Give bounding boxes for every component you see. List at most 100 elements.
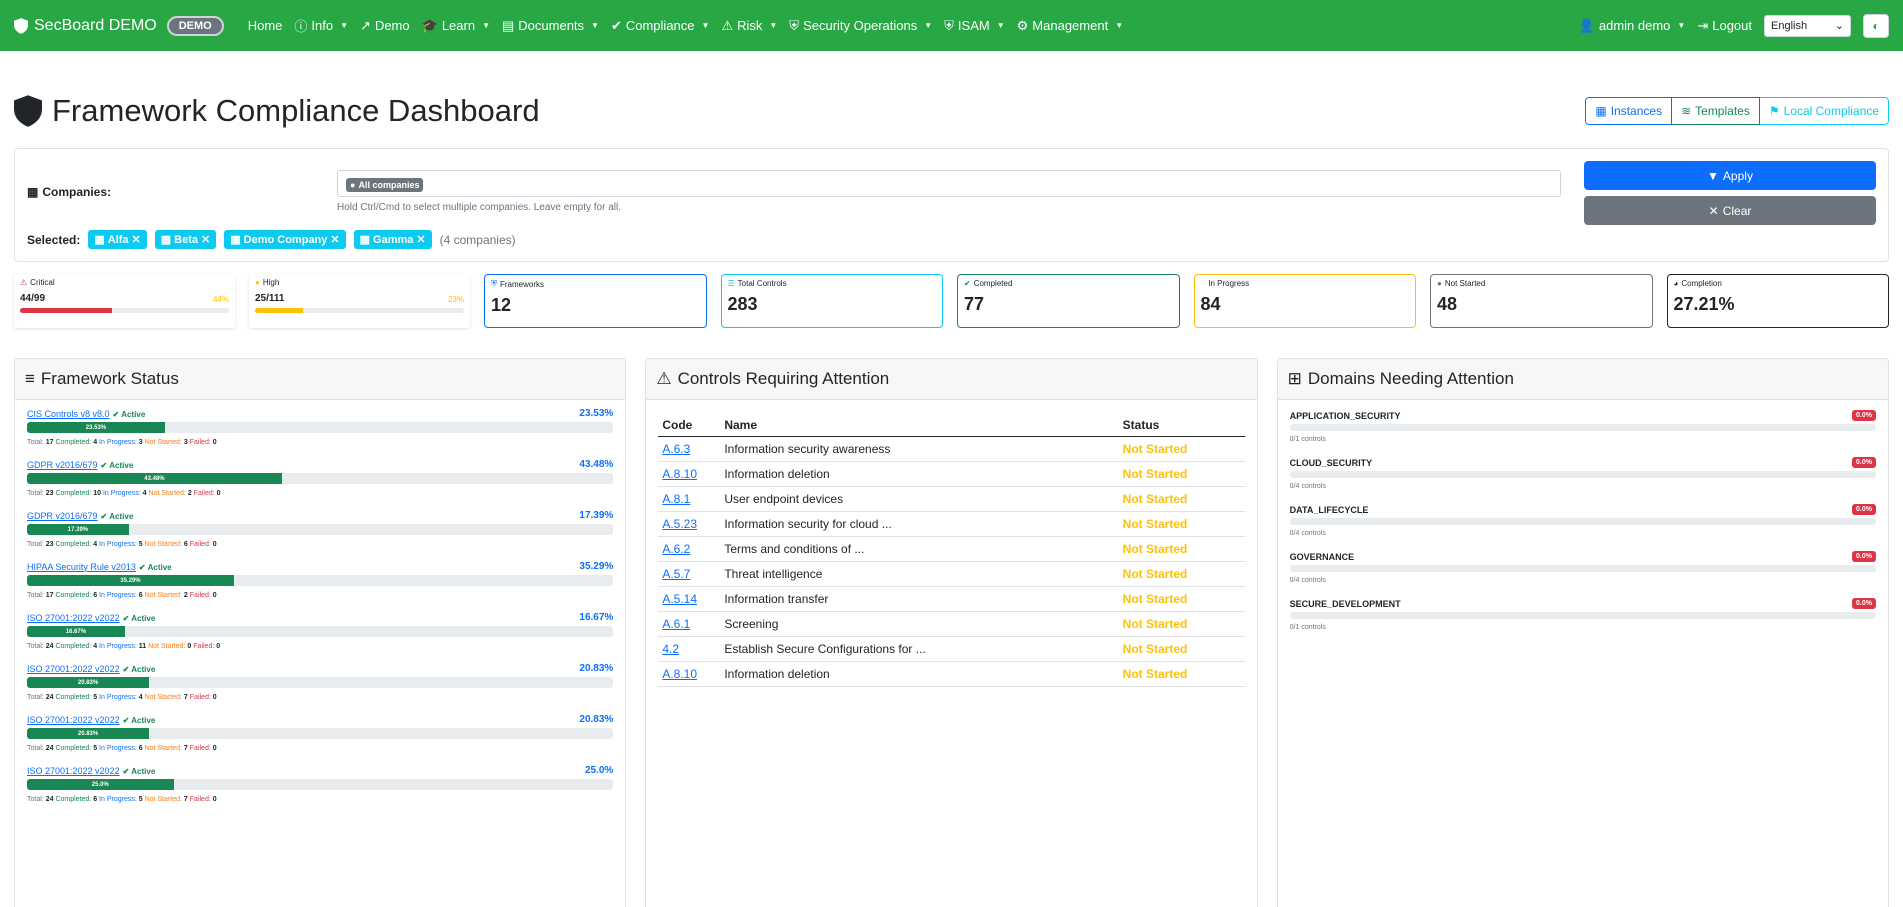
brand-name: SecBoard DEMO [34,16,157,34]
control-code-link[interactable]: A.6.3 [662,442,690,456]
clear-button[interactable]: ✕ Clear [1584,196,1876,225]
table-row[interactable]: A.8.10 Information deletion Not Started [658,461,1245,487]
stat-value: 6 [183,541,188,548]
nav-info[interactable]: ⓘ Info ▼ [294,16,348,35]
framework-link[interactable]: ISO 27001:2022 v2022 [27,613,120,623]
apply-button[interactable]: ▼ Apply [1584,161,1876,190]
apply-label: Apply [1722,168,1753,183]
file-icon: ▤ [501,17,515,33]
stat-value: 17 [45,439,54,446]
framework-pct: 17.39% [579,510,614,521]
framework-link[interactable]: GDPR v2016/679 [27,511,98,521]
language-select[interactable]: English ⌄ [1764,14,1851,37]
table-row[interactable]: A.6.2 Terms and conditions of ... Not Star… [658,536,1245,562]
framework-item-header: GDPR v2016/679 ✔ Active 17.39% [27,510,613,521]
user-name: admin demo [1598,18,1671,33]
warning-icon: ⚠ [721,17,734,33]
control-code-link[interactable]: A.6.1 [662,617,690,631]
control-code-cell: A.8.1 [658,486,721,512]
user-menu[interactable]: 👤 admin demo ▼ [1579,18,1686,34]
company-chip[interactable]: ▦ Demo Company ✕ [224,230,346,249]
nav-management[interactable]: ⚙ Management ▼ [1017,18,1123,34]
stat-label: Not Started: [144,694,182,701]
company-chip[interactable]: ▦ Beta ✕ [154,230,217,249]
nav-documents[interactable]: ▤ Documents ▼ [502,18,599,34]
nav-demo[interactable]: ↗ Demo [360,18,410,34]
table-row[interactable]: A.6.3 Information security awareness Not S… [658,436,1245,462]
control-code-link[interactable]: A.5.14 [662,592,697,606]
framework-link[interactable]: CIS Controls v8 v8.0 [27,409,110,419]
domain-name: CLOUD_SECURITY [1289,457,1373,468]
close-icon[interactable]: ✕ [330,233,339,246]
control-code-link[interactable]: 4.2 [662,642,679,656]
framework-link[interactable]: ISO 27001:2022 v2022 [27,664,120,674]
companies-select[interactable]: ● All companies [337,170,1561,197]
framework-link[interactable]: GDPR v2016/679 [27,460,98,470]
framework-stats: Total: 24 Completed: 5 In Progress: 4 No… [27,694,613,701]
control-code-link[interactable]: A.5.7 [662,567,690,581]
framework-pct: 43.48% [579,459,614,470]
nav-isam[interactable]: ⛨ ISAM ▼ [944,18,1004,34]
domain-progress [1289,424,1876,431]
stat-label: Total: [27,796,44,803]
control-code-link[interactable]: A.8.1 [662,492,690,506]
control-name-cell: Information security for cloud ... [720,511,1119,537]
high-risk-pct: 23% [447,295,464,304]
framework-progress-fill: 20.83% [27,728,150,739]
domains-attention-panel: ⊞ Domains Needing Attention APPLICATION_S… [1276,358,1889,907]
high-risk-bar [255,308,464,313]
templates-button[interactable]: ≋ Templates [1672,97,1760,125]
critical-risk-label: Critical [30,278,55,287]
nav-compliance[interactable]: ✔ Compliance ▼ [611,18,709,34]
framework-item: ISO 27001:2022 v2022 ✔ Active 16.67% 16.67% T… [27,612,614,650]
table-row[interactable]: A.5.23 Information security for cloud ...… [658,511,1245,537]
stat-value: 24 [45,745,54,752]
local-compliance-button[interactable]: ⚑ Local Compliance [1759,97,1889,125]
close-icon: ✕ [1708,203,1719,218]
companies-label: ▦ Companies: [27,185,111,199]
check-circle-icon: ✔ [100,460,108,470]
instances-button[interactable]: ▦ Instances [1585,97,1673,125]
stat-label: Completed: [55,796,92,803]
stat-value: 77 [964,294,985,314]
language-value: English [1771,19,1808,32]
nav-security-operations[interactable]: ⛨ Security Operations ▼ [789,18,932,34]
nav-learn[interactable]: 🎓 Learn ▼ [422,18,490,34]
table-row[interactable]: A.8.1 User endpoint devices Not Started [658,486,1245,512]
nav-home[interactable]: Home [248,18,283,33]
framework-link[interactable]: HIPAA Security Rule v2013 [27,562,136,572]
table-row[interactable]: A.5.7 Threat intelligence Not Started [658,561,1245,587]
stat-value: 5 [138,541,143,548]
control-code-link[interactable]: A.5.23 [662,517,697,531]
stat-value: 84 [1200,294,1221,314]
brand[interactable]: SecBoard DEMO DEMO [14,15,224,36]
table-row[interactable]: A.8.10 Information deletion Not Started [658,661,1245,687]
company-chip[interactable]: ▦ Gamma ✕ [353,230,432,249]
stat-value: 24 [45,796,54,803]
theme-toggle-button[interactable]: ◐ [1863,13,1889,38]
table-row[interactable]: A.6.1 Screening Not Started [658,611,1245,637]
stat-label: Total: [27,643,44,650]
chevron-down-icon: ▼ [1677,21,1686,30]
framework-link[interactable]: ISO 27001:2022 v2022 [27,766,120,776]
close-icon[interactable]: ✕ [201,233,210,246]
control-code-link[interactable]: A.6.2 [662,542,690,556]
close-icon[interactable]: ✕ [132,233,141,246]
logout-link[interactable]: ⇥ Logout [1697,18,1752,34]
company-chip[interactable]: ▦ Alfa ✕ [88,230,147,249]
control-code-cell: A.5.7 [658,561,721,587]
domains-list: APPLICATION_SECURITY 0.0% 0/1 controls CLOU… [1278,400,1888,655]
nav-compliance-label: Compliance [625,18,695,33]
building-icon: ▦ [359,234,371,246]
control-status-cell: Not Started [1118,636,1245,662]
domain-controls-count: 0/4 controls [1289,530,1326,537]
nav-risk[interactable]: ⚠ Risk ▼ [721,18,777,34]
table-row[interactable]: A.5.14 Information transfer Not Started [658,586,1245,612]
control-code-link[interactable]: A.8.10 [662,667,697,681]
framework-stats: Total: 23 Completed: 4 In Progress: 5 No… [27,541,613,548]
close-icon[interactable]: ✕ [416,233,425,246]
framework-link[interactable]: ISO 27001:2022 v2022 [27,715,120,725]
control-code-link[interactable]: A.8.10 [662,467,697,481]
framework-progress-fill: 25.0% [27,779,174,790]
table-row[interactable]: 4.2 Establish Secure Configurations for .… [658,636,1245,662]
